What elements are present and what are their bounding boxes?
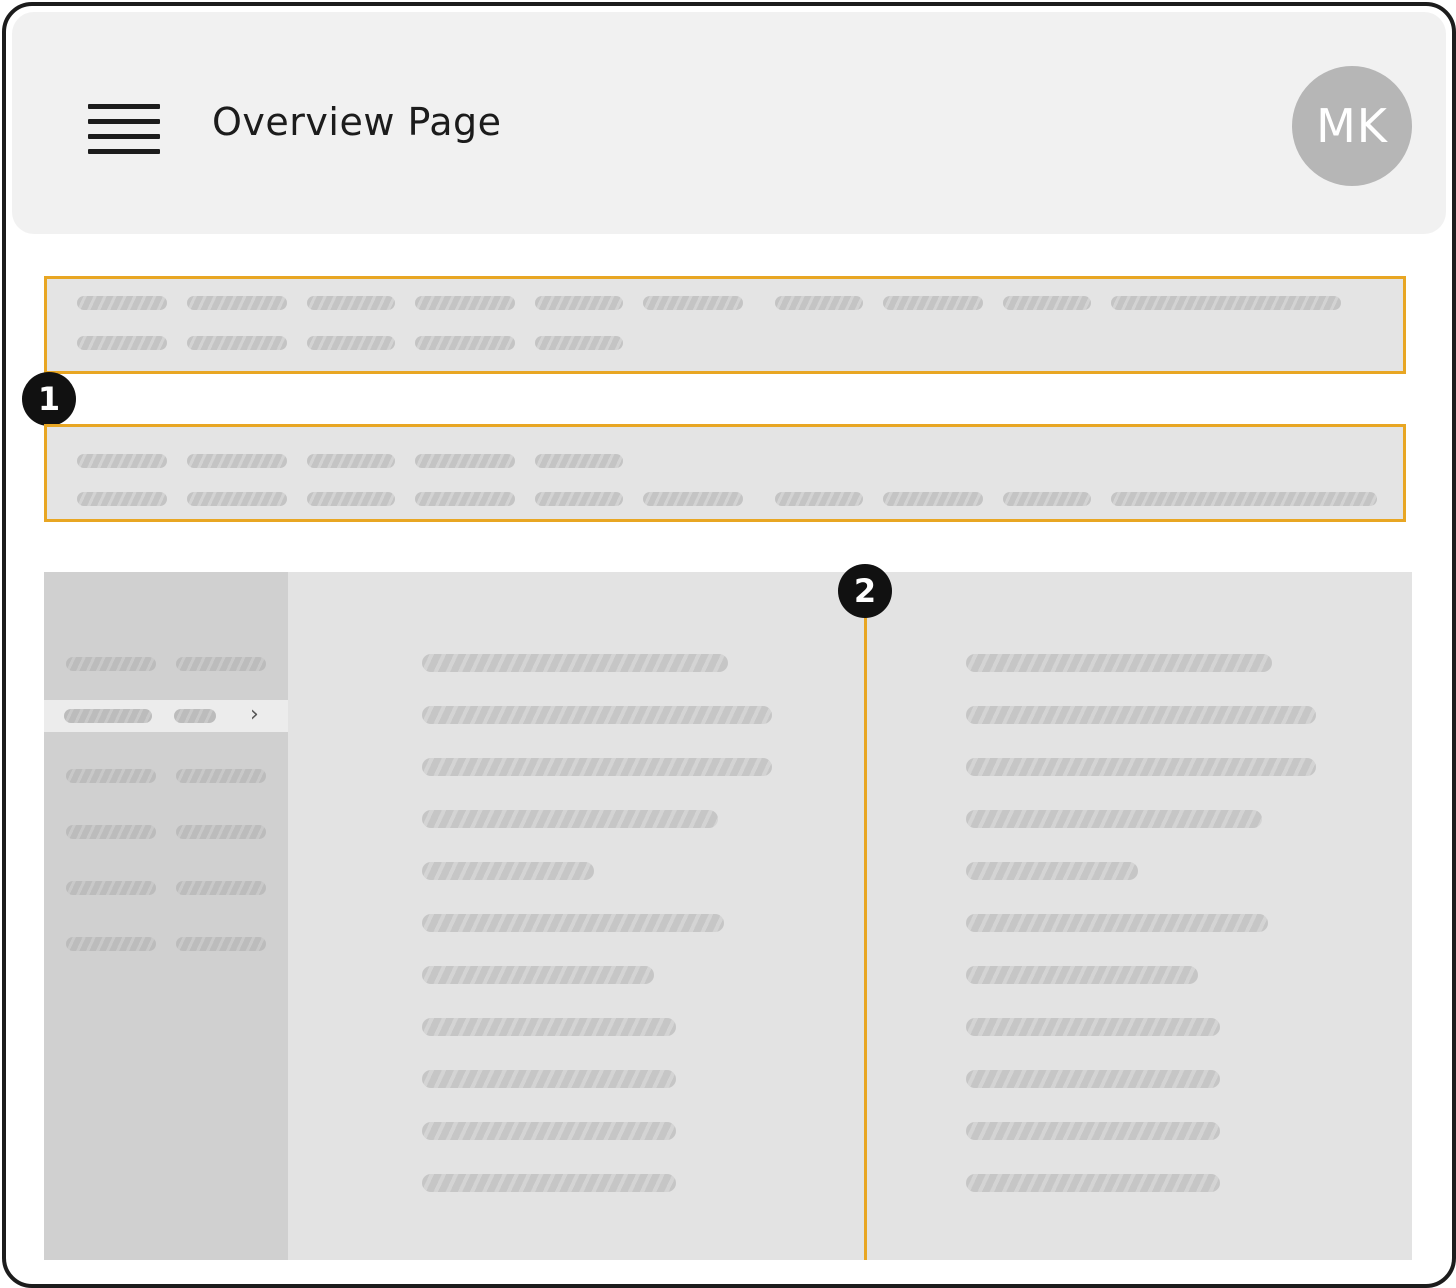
sidebar-item-selected[interactable]: › [44, 700, 288, 732]
annotation-marker-2: 2 [838, 564, 892, 618]
text-line [966, 1018, 1220, 1036]
text-line [77, 335, 623, 351]
sidebar-item[interactable] [44, 816, 288, 848]
text-line [422, 1018, 676, 1036]
sidebar-item[interactable] [44, 872, 288, 904]
text-line [422, 966, 654, 984]
top-app-bar: Overview Page MK [12, 12, 1446, 234]
text-line [966, 758, 1316, 776]
sidebar-item[interactable] [44, 928, 288, 960]
text-line [966, 1122, 1220, 1140]
text-line [422, 758, 772, 776]
text-line [422, 1122, 676, 1140]
hamburger-menu-icon[interactable] [86, 96, 160, 154]
text-line [77, 453, 623, 469]
text-line [422, 1174, 676, 1192]
avatar[interactable]: MK [1292, 66, 1412, 186]
text-line [966, 810, 1262, 828]
sidebar-item[interactable] [44, 648, 288, 680]
column-divider[interactable] [864, 596, 867, 1260]
text-block-top [44, 276, 1406, 374]
text-line [966, 1070, 1220, 1088]
chevron-right-icon: › [250, 702, 259, 727]
text-line [422, 654, 728, 672]
content-area: › 2 [44, 564, 1412, 1260]
page-title: Overview Page [212, 100, 502, 144]
text-line [966, 914, 1268, 932]
sidebar-item[interactable] [44, 760, 288, 792]
text-line [422, 914, 724, 932]
text-line [422, 706, 772, 724]
text-line [966, 966, 1198, 984]
text-line [422, 862, 594, 880]
sidebar: › [44, 572, 288, 1260]
text-line [422, 810, 718, 828]
text-line [966, 654, 1272, 672]
text-line [422, 1070, 676, 1088]
annotation-marker-1: 1 [22, 372, 76, 426]
text-line [966, 862, 1138, 880]
text-block-bottom [44, 424, 1406, 522]
text-line [966, 706, 1316, 724]
text-line [77, 295, 1341, 311]
app-window: Overview Page MK 1 › 2 [2, 2, 1456, 1288]
text-line [77, 491, 1377, 507]
text-line [966, 1174, 1220, 1192]
